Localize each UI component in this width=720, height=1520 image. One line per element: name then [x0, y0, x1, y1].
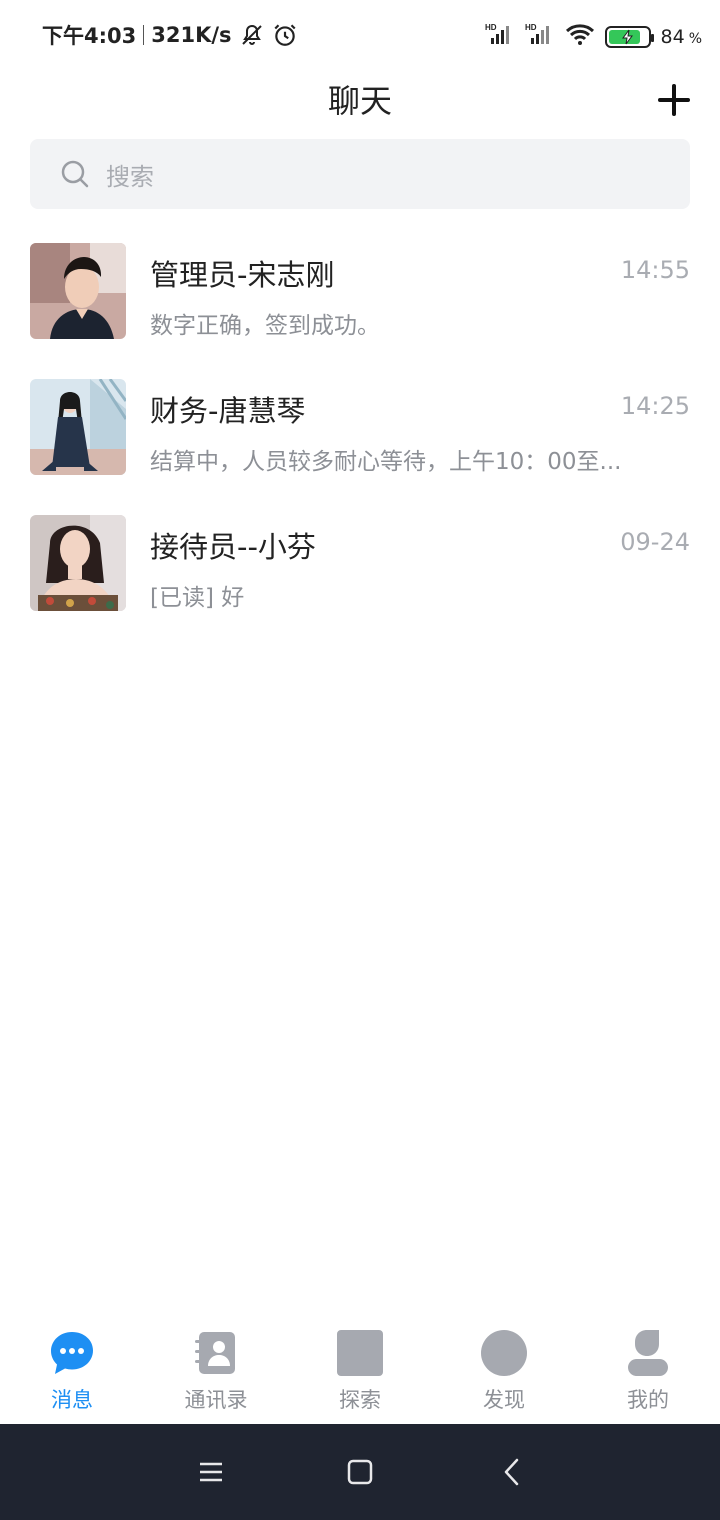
avatar	[30, 243, 126, 339]
menu-icon[interactable]	[195, 1456, 227, 1488]
plus-icon[interactable]	[656, 82, 692, 118]
chat-name: 管理员-宋志刚	[150, 258, 335, 292]
chat-preview: 结算中，人员较多耐心等待，上午10：00至...	[150, 449, 622, 475]
chat-time: 09-24	[620, 528, 690, 556]
svg-text:HD: HD	[485, 23, 497, 32]
tab-explore[interactable]: 探索	[288, 1318, 432, 1424]
tab-contacts[interactable]: 通讯录	[144, 1318, 288, 1424]
battery-level-text: 84%	[661, 26, 703, 48]
profile-icon	[625, 1330, 671, 1376]
back-icon[interactable]	[496, 1456, 528, 1488]
tab-profile[interactable]: 我的	[576, 1318, 720, 1424]
svg-text:HD: HD	[525, 23, 537, 32]
search-icon	[60, 159, 90, 189]
battery-level: 84	[660, 25, 685, 48]
tab-messages[interactable]: 消息	[0, 1318, 144, 1424]
chat-item[interactable]: 财务-唐慧琴 14:25 结算中，人员较多耐心等待，上午10：00至...	[0, 364, 720, 500]
page-title: 聊天	[327, 82, 392, 120]
contacts-icon	[193, 1330, 239, 1376]
tab-label: 通讯录	[184, 1388, 248, 1412]
discover-icon	[481, 1330, 527, 1376]
tab-discover[interactable]: 发现	[432, 1318, 576, 1424]
chat-time: 14:55	[620, 256, 690, 284]
battery-charging-icon	[604, 25, 654, 48]
wifi-icon	[565, 22, 595, 51]
explore-icon	[337, 1330, 383, 1376]
chat-name: 接待员--小芬	[150, 530, 316, 564]
home-icon[interactable]	[344, 1456, 376, 1488]
tab-label: 我的	[627, 1388, 669, 1412]
battery-pct-sign: %	[688, 30, 702, 47]
chat-name: 财务-唐慧琴	[150, 394, 306, 428]
search-placeholder: 搜索	[106, 162, 154, 191]
avatar	[30, 515, 126, 611]
chat-item[interactable]: 接待员--小芬 09-24 [已读] 好	[0, 500, 720, 636]
header: 聊天	[0, 70, 720, 126]
network-speed: 321K/s	[151, 23, 232, 47]
chat-item[interactable]: 管理员-宋志刚 14:55 数字正确，签到成功。	[0, 228, 720, 364]
status-time: 下午4:03	[42, 24, 137, 48]
hd-signal-icon: HD	[525, 22, 555, 51]
tab-label: 消息	[51, 1388, 93, 1412]
chat-time: 14:25	[620, 392, 690, 420]
search-input[interactable]: 搜索	[30, 139, 690, 209]
tab-label: 发现	[483, 1388, 525, 1412]
alarm-icon	[272, 22, 298, 48]
mute-icon	[240, 23, 264, 47]
chat-list: 管理员-宋志刚 14:55 数字正确，签到成功。 财务-唐慧琴 14:25 结算…	[0, 228, 720, 636]
tab-label: 探索	[339, 1388, 381, 1412]
status-left: 下午4:03 321K/s	[42, 20, 298, 50]
status-right: HD HD 84%	[475, 22, 703, 51]
chat-preview: 数字正确，签到成功。	[150, 313, 380, 339]
tab-bar: 消息 通讯录 探索 发现 我的	[0, 1318, 720, 1424]
chat-bubble-icon	[49, 1330, 95, 1376]
hd-signal-icon: HD	[485, 22, 515, 51]
status-divider	[143, 25, 145, 45]
chat-preview: [已读] 好	[150, 585, 245, 611]
avatar	[30, 379, 126, 475]
system-nav-bar	[0, 1424, 720, 1520]
status-bar: 下午4:03 321K/s HD HD 84%	[0, 0, 720, 70]
